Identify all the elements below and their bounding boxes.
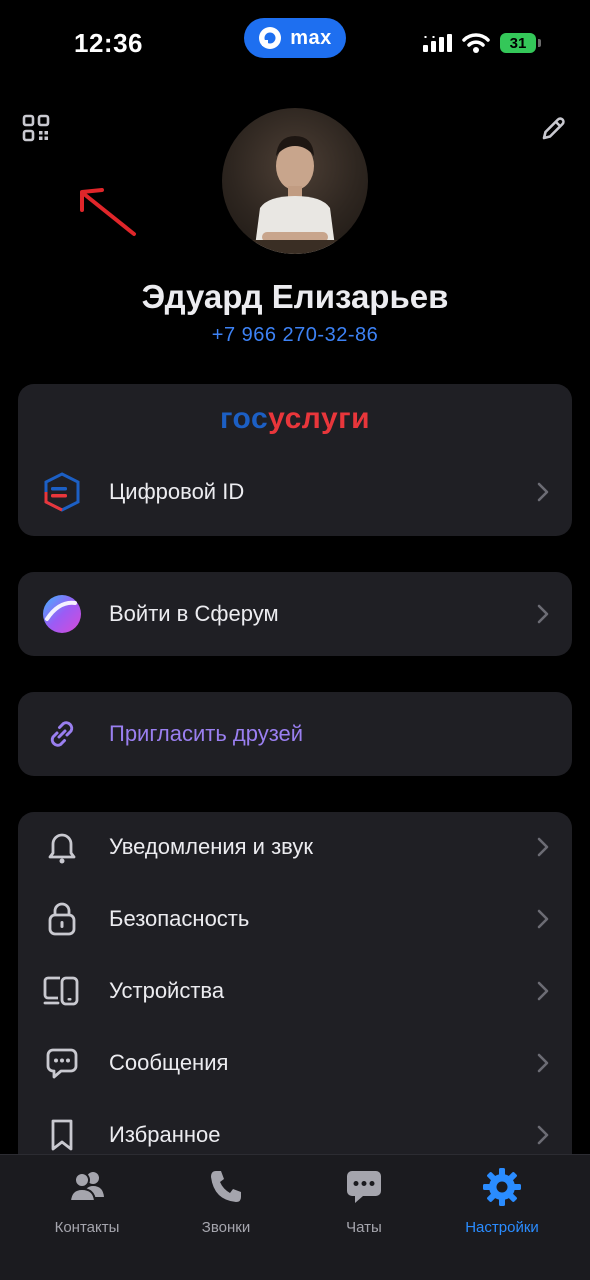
battery-indicator: 31 [500,33,536,53]
profile-name: Эдуард Елизарьев [141,278,449,315]
gosuslugi-card: госуслуги Цифровой ID [18,384,572,536]
red-arrow-annotation [80,188,136,236]
devices-icon [40,969,84,1013]
sferum-card[interactable]: Войти в Сферум [18,572,572,656]
sferum-label: Войти в Сферум [109,601,279,626]
tab-contacts[interactable]: Контакты [17,1167,157,1247]
chevron-right-icon [537,909,549,929]
sferum-row[interactable]: Войти в Сферум [18,578,572,650]
sferum-icon [40,592,84,636]
battery-tip [538,39,541,47]
tab-label: Чаты [346,1219,382,1236]
signal-icon [423,34,452,52]
max-pill-label: max [290,26,332,49]
chevron-right-icon [537,604,549,624]
digital-id-icon [40,470,84,514]
max-app-pill[interactable]: max [244,18,346,58]
wifi-icon [462,33,490,53]
lock-icon [40,897,84,941]
chat-icon [347,1171,381,1203]
phone-icon [211,1171,241,1202]
tab-settings[interactable]: Настройки [432,1167,572,1247]
settings-item-label: Уведомления и звук [109,834,313,859]
settings-item-security[interactable]: Безопасность [18,883,572,955]
chevron-right-icon [537,1053,549,1073]
settings-item-notifications[interactable]: Уведомления и звук [18,811,572,883]
tab-chats[interactable]: Чаты [294,1167,434,1247]
qr-code-icon[interactable] [22,114,50,142]
status-time: 12:36 [74,28,143,58]
gosuslugi-logo: госуслуги [18,402,572,436]
chevron-right-icon [537,837,549,857]
settings-item-label: Сообщения [109,1050,229,1075]
bookmark-icon [40,1113,84,1157]
bell-icon [40,825,84,869]
settings-item-devices[interactable]: Устройства [18,955,572,1027]
link-icon [40,712,84,756]
tab-label: Настройки [465,1219,539,1236]
tab-bar: Контакты Звонки Чаты Настройки [0,1154,590,1280]
invite-row[interactable]: Пригласить друзей [18,698,572,770]
digital-id-label: Цифровой ID [109,479,245,504]
settings-item-label: Безопасность [109,906,250,931]
status-bar: 12:36 max 31 [0,0,590,80]
edit-pencil-icon[interactable] [538,114,568,144]
settings-item-label: Избранное [109,1122,221,1147]
avatar-photo [250,136,340,254]
tab-label: Контакты [54,1219,120,1236]
chevron-right-icon [537,1125,549,1145]
settings-item-label: Устройства [109,978,225,1003]
invite-card[interactable]: Пригласить друзей [18,692,572,776]
battery-level: 31 [509,34,527,52]
contacts-icon [68,1172,104,1202]
tab-calls[interactable]: Звонки [156,1167,296,1247]
gear-icon [483,1168,521,1206]
invite-label: Пригласить друзей [109,721,304,746]
digital-id-row[interactable]: Цифровой ID [18,456,572,528]
settings-item-messages[interactable]: Сообщения [18,1027,572,1099]
gosuslugi-logo-part1: гос [219,402,269,435]
chevron-right-icon [537,981,549,1001]
settings-card: Уведомления и звук Безопасность Устройст… [18,812,572,1172]
gosuslugi-logo-part2: услуги [268,402,371,435]
profile-phone[interactable]: +7 966 270-32-86 [0,324,590,347]
message-icon [40,1041,84,1085]
chevron-right-icon [537,482,549,502]
profile-avatar[interactable] [222,108,368,254]
max-logo-icon [259,27,282,49]
tab-label: Звонки [201,1219,251,1236]
